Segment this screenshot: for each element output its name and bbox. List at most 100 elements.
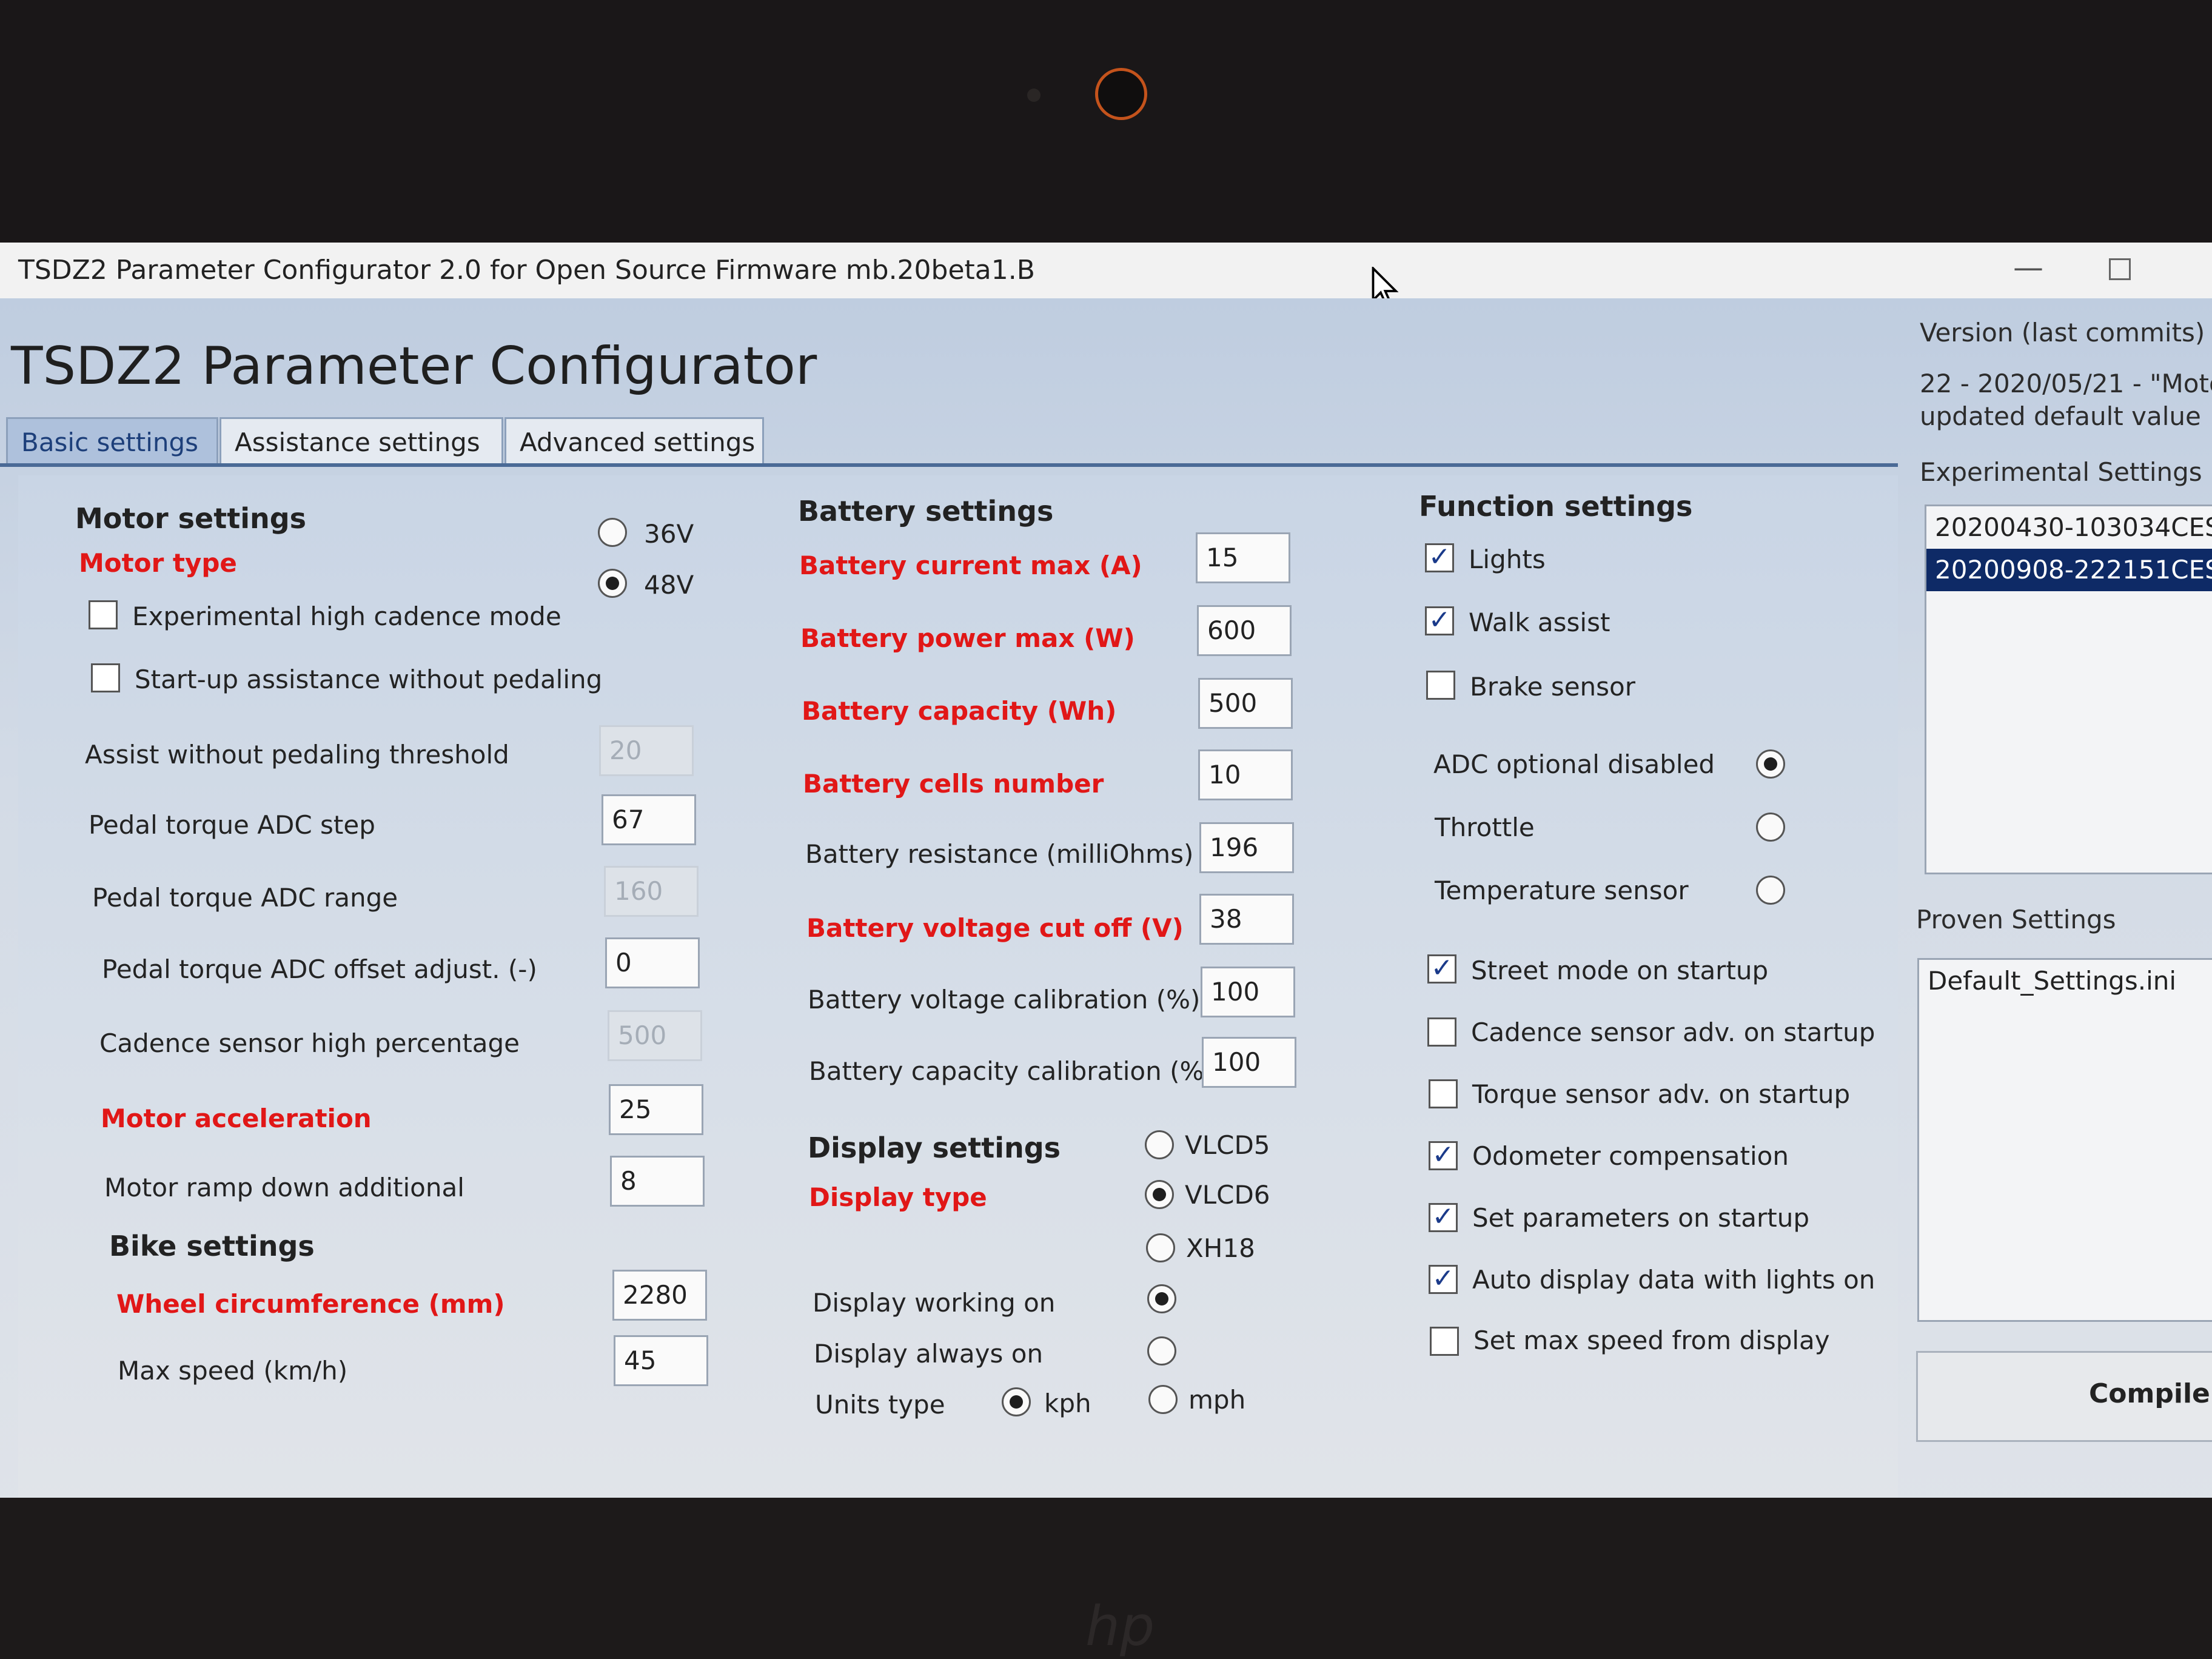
proven-settings-list[interactable]: Default_Settings.ini (1917, 958, 2212, 1322)
webcam-sensor (1027, 89, 1041, 102)
torque-adv-checkbox[interactable] (1429, 1079, 1458, 1108)
list-item[interactable]: Default_Settings.ini (1919, 960, 2212, 1002)
title-bar: TSDZ2 Parameter Configurator 2.0 for Ope… (0, 243, 2212, 308)
webcam (1095, 68, 1147, 120)
compile-button[interactable]: Compile & (1916, 1351, 2212, 1442)
battery-capacity-field[interactable]: 500 (1198, 678, 1293, 729)
tab-basic-settings[interactable]: Basic settings (6, 417, 218, 463)
auto-display-lights-label: Auto display data with lights on (1472, 1265, 1875, 1295)
radio-kph-label: kph (1044, 1389, 1091, 1418)
version-line-2: updated default value (1920, 401, 2201, 431)
startup-assist-label: Start-up assistance without pedaling (135, 665, 603, 694)
display-type-label: Display type (809, 1182, 987, 1212)
battery-resistance-label: Battery resistance (milliOhms) (805, 839, 1194, 869)
radio-vlcd6-label: VLCD6 (1185, 1180, 1270, 1210)
pedal-adc-offset-label: Pedal torque ADC offset adjust. (-) (102, 954, 537, 984)
max-speed-display-label: Set max speed from display (1473, 1326, 1830, 1355)
radio-xh18[interactable] (1146, 1233, 1175, 1262)
radio-36v-label: 36V (644, 519, 694, 549)
list-item[interactable]: 20200430-103034CES (1926, 506, 2212, 549)
battery-cutoff-label: Battery voltage cut off (V) (806, 913, 1184, 943)
cadence-high-pct-field[interactable]: 500 (608, 1010, 702, 1061)
battery-voltage-cal-label: Battery voltage calibration (%) (808, 985, 1201, 1014)
maximize-button[interactable] (2109, 258, 2131, 280)
battery-cells-field[interactable]: 10 (1198, 749, 1293, 800)
display-working-on-label: Display working on (813, 1288, 1056, 1318)
battery-cutoff-field[interactable]: 38 (1199, 894, 1294, 945)
torque-adv-label: Torque sensor adv. on startup (1472, 1079, 1851, 1109)
max-speed-label: Max speed (km/h) (118, 1356, 348, 1386)
display-always-on-label: Display always on (814, 1339, 1044, 1369)
tab-assistance-settings[interactable]: Assistance settings (220, 417, 503, 463)
motor-acceleration-field[interactable]: 25 (609, 1084, 703, 1135)
motor-settings-heading: Motor settings (75, 502, 307, 535)
temperature-sensor-label: Temperature sensor (1435, 876, 1689, 905)
radio-xh18-label: XH18 (1186, 1233, 1255, 1263)
cadence-adv-label: Cadence sensor adv. on startup (1471, 1017, 1875, 1047)
street-mode-checkbox[interactable]: ✓ (1427, 954, 1456, 984)
battery-resistance-field[interactable]: 196 (1199, 822, 1294, 873)
radio-temperature-sensor[interactable] (1756, 876, 1785, 905)
startup-assist-checkbox[interactable] (91, 663, 120, 692)
brake-sensor-checkbox[interactable] (1426, 671, 1455, 700)
radio-36v[interactable] (598, 518, 627, 547)
battery-capacity-label: Battery capacity (Wh) (802, 696, 1117, 726)
minimize-button[interactable]: — (2013, 250, 2043, 285)
radio-display-working-on[interactable] (1147, 1284, 1176, 1313)
version-heading: Version (last commits) (1920, 318, 2205, 347)
odometer-compensation-checkbox[interactable]: ✓ (1429, 1141, 1458, 1170)
radio-throttle[interactable] (1756, 813, 1785, 842)
cadence-adv-checkbox[interactable] (1427, 1017, 1456, 1047)
units-type-label: Units type (815, 1390, 945, 1419)
motor-ramp-down-label: Motor ramp down additional (104, 1173, 464, 1202)
experimental-cadence-label: Experimental high cadence mode (132, 602, 561, 631)
cadence-high-pct-label: Cadence sensor high percentage (99, 1028, 520, 1058)
radio-mph[interactable] (1148, 1385, 1178, 1414)
motor-type-label: Motor type (79, 548, 237, 578)
max-speed-display-checkbox[interactable] (1430, 1327, 1459, 1356)
radio-48v[interactable] (598, 569, 627, 598)
tab-underline (0, 463, 1898, 467)
brake-sensor-label: Brake sensor (1470, 672, 1636, 702)
battery-current-max-field[interactable]: 15 (1196, 532, 1290, 583)
function-settings-heading: Function settings (1419, 490, 1693, 523)
lights-label: Lights (1469, 545, 1546, 574)
wheel-circumference-label: Wheel circumference (mm) (116, 1289, 505, 1319)
app-window: TSDZ2 Parameter Configurator 2.0 for Ope… (0, 243, 2212, 1521)
walk-assist-checkbox[interactable]: ✓ (1425, 606, 1454, 635)
proven-settings-heading: Proven Settings (1916, 905, 2116, 934)
tab-advanced-settings[interactable]: Advanced settings (504, 417, 764, 463)
display-settings-heading: Display settings (808, 1131, 1061, 1164)
battery-settings-heading: Battery settings (798, 495, 1054, 528)
experimental-cadence-checkbox[interactable] (89, 600, 118, 629)
assist-threshold-label: Assist without pedaling threshold (85, 740, 509, 769)
radio-display-always-on[interactable] (1147, 1336, 1176, 1366)
set-params-startup-checkbox[interactable]: ✓ (1429, 1203, 1458, 1232)
street-mode-label: Street mode on startup (1471, 956, 1769, 985)
radio-vlcd5-label: VLCD5 (1185, 1130, 1270, 1160)
max-speed-field[interactable]: 45 (614, 1335, 708, 1386)
radio-vlcd5[interactable] (1145, 1130, 1174, 1159)
hp-logo-icon: hp (1085, 1595, 1155, 1658)
lights-checkbox[interactable]: ✓ (1425, 543, 1454, 572)
throttle-label: Throttle (1435, 813, 1535, 842)
battery-power-max-field[interactable]: 600 (1197, 605, 1292, 656)
radio-adc-disabled[interactable] (1756, 749, 1785, 779)
wheel-circumference-field[interactable]: 2280 (612, 1270, 707, 1321)
pedal-adc-step-label: Pedal torque ADC step (89, 810, 375, 840)
radio-vlcd6[interactable] (1145, 1180, 1174, 1209)
motor-ramp-down-field[interactable]: 8 (610, 1156, 705, 1207)
odometer-compensation-label: Odometer compensation (1472, 1141, 1789, 1171)
assist-threshold-field[interactable]: 20 (599, 725, 694, 776)
radio-kph[interactable] (1002, 1387, 1031, 1416)
battery-cells-label: Battery cells number (803, 769, 1104, 799)
pedal-adc-step-field[interactable]: 67 (602, 794, 696, 845)
pedal-adc-offset-field[interactable]: 0 (605, 937, 700, 988)
pedal-adc-range-field[interactable]: 160 (604, 866, 699, 917)
auto-display-lights-checkbox[interactable]: ✓ (1429, 1265, 1458, 1294)
battery-capacity-cal-field[interactable]: 100 (1202, 1037, 1296, 1088)
list-item-selected[interactable]: 20200908-222151CES (1926, 549, 2212, 591)
battery-voltage-cal-field[interactable]: 100 (1201, 967, 1295, 1017)
experimental-settings-list[interactable]: 20200430-103034CES 20200908-222151CES (1925, 504, 2212, 874)
battery-current-max-label: Battery current max (A) (799, 551, 1142, 580)
